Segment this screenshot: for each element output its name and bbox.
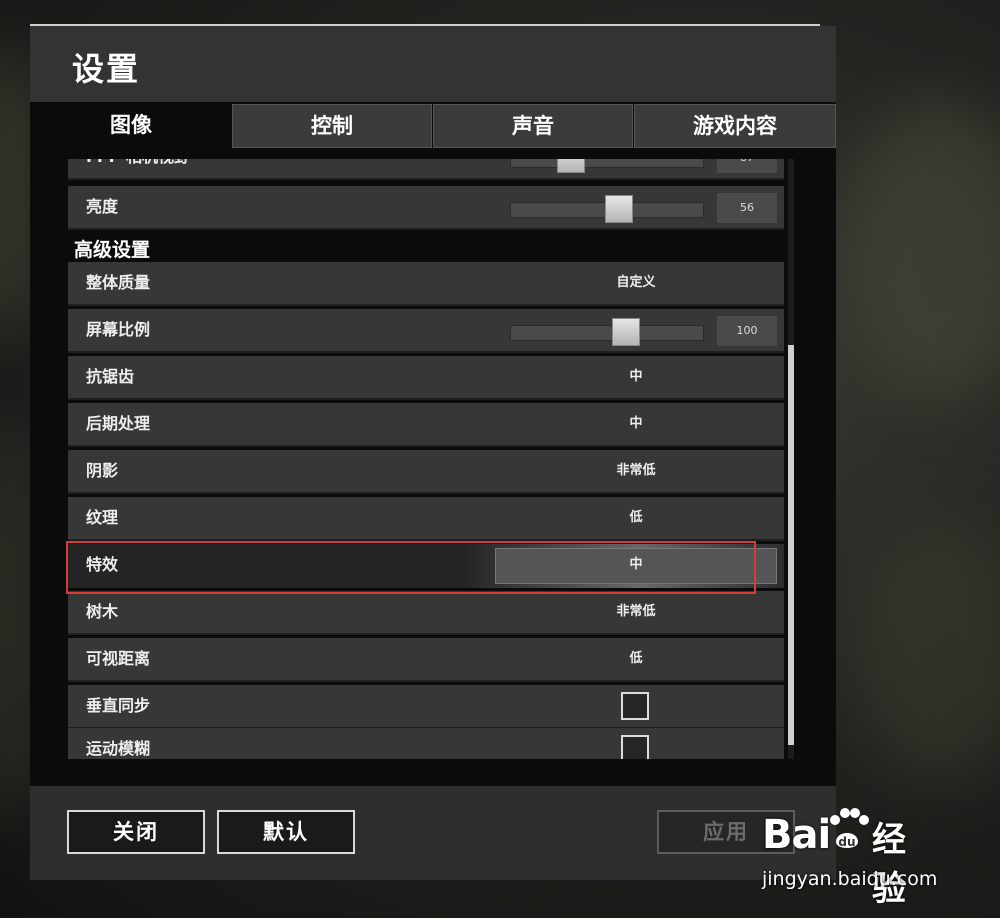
screen-scale-value[interactable]: 100 <box>717 316 777 346</box>
setting-row-view-distance[interactable]: 可视距离 低 <box>68 638 784 682</box>
tab-controls[interactable]: 控制 <box>232 104 432 148</box>
setting-label: 垂直同步 <box>86 696 151 715</box>
paw-icon: du <box>830 808 869 849</box>
tab-sound[interactable]: 声音 <box>433 104 633 148</box>
setting-label: 亮度 <box>86 197 119 216</box>
tab-bar: 图像 控制 声音 游戏内容 <box>30 104 836 148</box>
screen-scale-slider[interactable] <box>510 318 704 346</box>
baidu-jingyan-watermark: Bai du 经验 jingyan.baidu.com <box>762 808 937 909</box>
fpp-fov-slider[interactable] <box>510 159 704 173</box>
setting-label: 抗锯齿 <box>86 367 135 386</box>
vsync-checkbox[interactable] <box>621 692 649 720</box>
settings-header: 设置 <box>30 26 836 102</box>
scrollbar[interactable] <box>788 159 794 759</box>
setting-label: 阴影 <box>86 461 119 480</box>
setting-row-vsync: 垂直同步 <box>68 685 784 729</box>
advanced-settings-heading: 高级设置 <box>74 239 151 261</box>
setting-value[interactable]: 非常低 <box>506 450 766 492</box>
settings-window: 设置 图像 控制 声音 游戏内容 FPP 相机视野 87 亮度 56 高级设置 … <box>30 26 836 880</box>
footer-bar: 关闭 默认 应用 <box>30 786 836 880</box>
setting-row-anti-aliasing[interactable]: 抗锯齿 中 <box>68 356 784 400</box>
setting-label: 整体质量 <box>86 273 151 292</box>
setting-row-overall-quality[interactable]: 整体质量 自定义 <box>68 262 784 306</box>
tab-graphics[interactable]: 图像 <box>30 104 232 148</box>
setting-row-brightness: 亮度 56 <box>68 186 784 230</box>
setting-label: 后期处理 <box>86 414 151 433</box>
highlight-frame <box>66 541 756 594</box>
settings-list: FPP 相机视野 87 亮度 56 高级设置 整体质量 自定义 屏幕比例 100 <box>68 159 784 759</box>
setting-row-screen-scale: 屏幕比例 100 <box>68 309 784 353</box>
svg-text:du: du <box>838 835 855 849</box>
setting-value[interactable]: 中 <box>506 356 766 398</box>
setting-row-shadows[interactable]: 阴影 非常低 <box>68 450 784 494</box>
scrollbar-thumb[interactable] <box>788 345 794 745</box>
setting-row-post-processing[interactable]: 后期处理 中 <box>68 403 784 447</box>
slider-thumb[interactable] <box>612 318 641 346</box>
setting-value[interactable]: 中 <box>506 403 766 445</box>
setting-label: 运动模糊 <box>86 739 151 758</box>
watermark-url: jingyan.baidu.com <box>762 868 938 890</box>
setting-value[interactable]: 低 <box>506 638 766 680</box>
fpp-fov-value[interactable]: 87 <box>717 159 777 173</box>
setting-row-fpp-fov: FPP 相机视野 87 <box>68 159 784 180</box>
setting-row-motion-blur: 运动模糊 <box>68 728 784 759</box>
setting-value[interactable]: 非常低 <box>506 591 766 633</box>
setting-value[interactable]: 自定义 <box>506 262 766 304</box>
setting-label: 树木 <box>86 602 119 621</box>
brightness-slider[interactable] <box>510 195 704 223</box>
setting-row-foliage[interactable]: 树木 非常低 <box>68 591 784 635</box>
slider-thumb[interactable] <box>604 195 633 223</box>
setting-label: 可视距离 <box>86 649 151 668</box>
slider-thumb[interactable] <box>556 159 585 173</box>
motion-blur-checkbox[interactable] <box>621 735 649 759</box>
default-button[interactable]: 默认 <box>217 810 355 854</box>
tab-gameplay[interactable]: 游戏内容 <box>634 104 836 148</box>
jingyan-logo-text: 经验 <box>872 820 906 909</box>
setting-label: 屏幕比例 <box>86 320 151 339</box>
setting-label: FPP 相机视野 <box>86 159 190 178</box>
page-title: 设置 <box>72 50 141 88</box>
setting-value[interactable]: 低 <box>506 497 766 539</box>
brightness-value[interactable]: 56 <box>717 193 777 223</box>
setting-label: 纹理 <box>86 508 119 527</box>
close-button[interactable]: 关闭 <box>67 810 205 854</box>
baidu-logo-text: Bai <box>762 812 831 858</box>
setting-row-textures[interactable]: 纹理 低 <box>68 497 784 541</box>
